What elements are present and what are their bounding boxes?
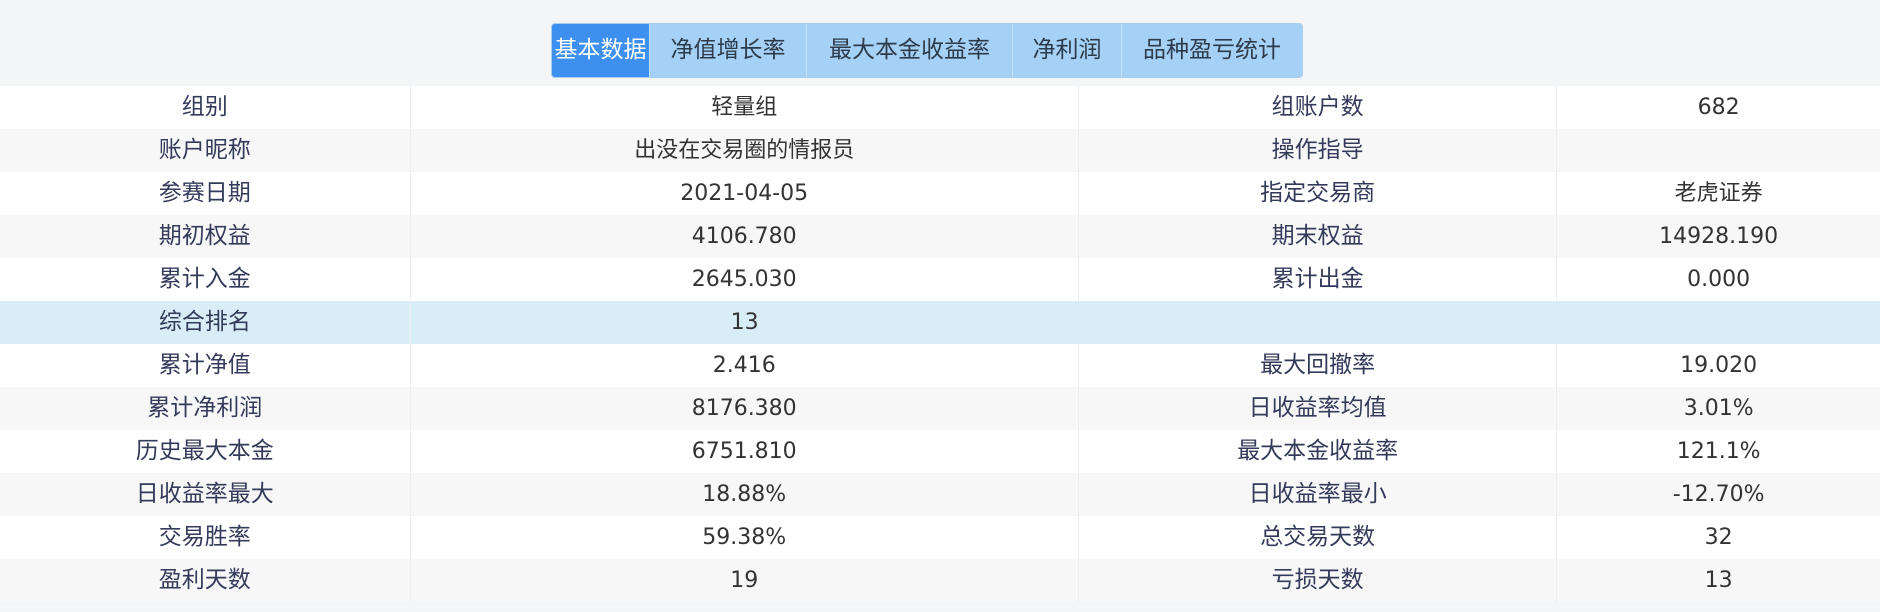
row-label: 亏损天数 [1079, 559, 1558, 602]
row-value: 59.38% [411, 516, 1079, 559]
table-row-highlighted: 综合排名 13 [0, 301, 1880, 344]
table-row: 盈利天数 19 亏损天数 13 [0, 559, 1880, 602]
row-label: 日收益率最小 [1079, 473, 1558, 516]
row-label: 指定交易商 [1079, 172, 1558, 215]
row-value: -12.70% [1672, 482, 1765, 507]
row-label: 历史最大本金 [0, 430, 411, 473]
row-label: 期初权益 [0, 215, 411, 258]
tab-bar: 基本数据 净值增长率 最大本金收益率 净利润 品种盈亏统计 [551, 23, 1303, 78]
row-value: 32 [1704, 525, 1733, 550]
row-value: 出没在交易圈的情报员 [411, 129, 1079, 172]
row-value: 8176.380 [411, 387, 1079, 430]
row-value: 682 [1697, 95, 1740, 120]
row-value: 老虎证券 [1674, 181, 1763, 206]
table-row: 参赛日期 2021-04-05 指定交易商 老虎证券 [0, 172, 1880, 215]
row-label: 参赛日期 [0, 172, 411, 215]
table-row: 日收益率最大 18.88% 日收益率最小 -12.70% [0, 473, 1880, 516]
empty-cell [1078, 301, 1880, 344]
tab-net-profit[interactable]: 净利润 [1012, 24, 1121, 77]
row-value: 0.000 [1687, 267, 1751, 292]
row-value: 6751.810 [411, 430, 1079, 473]
row-label: 操作指导 [1079, 129, 1558, 172]
table-row: 组别 轻量组 组账户数 682 [0, 86, 1880, 129]
row-label: 日收益率最大 [0, 473, 411, 516]
row-value: 14928.190 [1659, 224, 1779, 249]
row-value: 轻量组 [411, 86, 1079, 129]
table-row: 交易胜率 59.38% 总交易天数 32 [0, 516, 1880, 559]
row-value: 19 [411, 559, 1079, 602]
row-value: 13 [730, 310, 759, 335]
table-row: 累计净利润 8176.380 日收益率均值 3.01% [0, 387, 1880, 430]
row-label: 综合排名 [0, 301, 411, 344]
table-row: 期初权益 4106.780 期末权益 14928.190 [0, 215, 1880, 258]
table-row: 历史最大本金 6751.810 最大本金收益率 121.1% [0, 430, 1880, 473]
row-label: 累计入金 [0, 258, 411, 301]
row-value: 2645.030 [411, 258, 1079, 301]
row-value: 2.416 [411, 344, 1079, 387]
row-label: 组别 [0, 86, 411, 129]
tab-basic-data[interactable]: 基本数据 [552, 24, 649, 77]
row-label: 累计净利润 [0, 387, 411, 430]
row-label: 总交易天数 [1079, 516, 1558, 559]
tab-instrument-pnl[interactable]: 品种盈亏统计 [1121, 24, 1302, 77]
row-value: 19.020 [1680, 353, 1758, 378]
row-label: 累计净值 [0, 344, 411, 387]
row-label: 交易胜率 [0, 516, 411, 559]
row-label: 期末权益 [1079, 215, 1558, 258]
row-label: 最大回撤率 [1079, 344, 1558, 387]
tab-max-principal-return[interactable]: 最大本金收益率 [806, 24, 1012, 77]
row-value: 4106.780 [411, 215, 1079, 258]
row-value: 18.88% [411, 473, 1079, 516]
row-value: 121.1% [1676, 439, 1761, 464]
tab-nav-growth-rate[interactable]: 净值增长率 [649, 24, 806, 77]
table-row: 账户昵称 出没在交易圈的情报员 操作指导 [0, 129, 1880, 172]
row-label: 累计出金 [1079, 258, 1558, 301]
row-value: 3.01% [1683, 396, 1754, 421]
stats-table: 组别 轻量组 组账户数 682 账户昵称 出没在交易圈的情报员 操作指导 参赛日… [0, 86, 1880, 602]
row-label: 组账户数 [1079, 86, 1558, 129]
row-value: 13 [1704, 568, 1733, 593]
table-row: 累计净值 2.416 最大回撤率 19.020 [0, 344, 1880, 387]
row-label: 账户昵称 [0, 129, 411, 172]
row-value: 2021-04-05 [411, 172, 1079, 215]
row-label: 最大本金收益率 [1079, 430, 1558, 473]
table-row: 累计入金 2645.030 累计出金 0.000 [0, 258, 1880, 301]
row-label: 盈利天数 [0, 559, 411, 602]
row-label: 日收益率均值 [1079, 387, 1558, 430]
row-value [1557, 129, 1880, 172]
